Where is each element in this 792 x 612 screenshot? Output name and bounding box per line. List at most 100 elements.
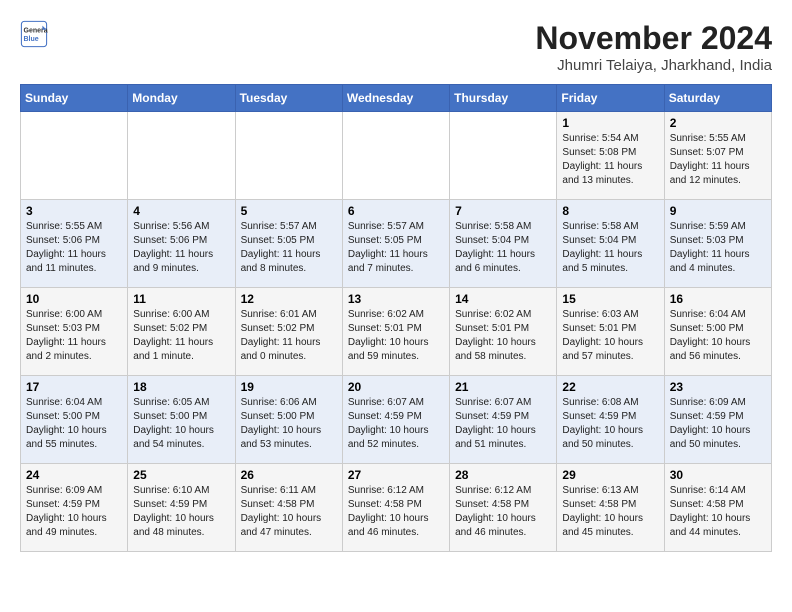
day-info: Sunrise: 6:08 AM Sunset: 4:59 PM Dayligh…	[562, 396, 658, 452]
week-row-2: 3Sunrise: 5:55 AM Sunset: 5:06 PM Daylig…	[21, 200, 772, 288]
calendar-cell: 19 Sunrise: 6:06 AM Sunset: 5:00 PM Dayli…	[235, 376, 342, 464]
location-subtitle: Jhumri Telaiya, Jharkhand, India	[535, 57, 772, 74]
day-number: 24	[26, 468, 122, 482]
header-friday: Friday	[557, 85, 664, 112]
day-info: Sunrise: 6:07 AM Sunset: 4:59 PM Dayligh…	[348, 396, 444, 452]
day-info: Sunrise: 6:01 AM Sunset: 5:02 PM Dayligh…	[241, 308, 337, 364]
calendar-cell: 4 Sunrise: 5:56 AM Sunset: 5:06 PM Daylig…	[128, 200, 235, 288]
day-info: Sunrise: 6:11 AM Sunset: 4:58 PM Dayligh…	[241, 484, 337, 540]
day-number: 20	[348, 380, 444, 394]
logo: General Blue	[20, 20, 48, 48]
day-number: 27	[348, 468, 444, 482]
day-info: Sunrise: 6:05 AM Sunset: 5:00 PM Dayligh…	[133, 396, 229, 452]
header-saturday: Saturday	[664, 85, 771, 112]
day-number: 10	[26, 292, 122, 306]
svg-text:Blue: Blue	[24, 36, 39, 43]
day-number: 4	[133, 204, 229, 218]
calendar-cell: 30 Sunrise: 6:14 AM Sunset: 4:58 PM Dayli…	[664, 464, 771, 552]
day-info: Sunrise: 5:58 AM Sunset: 5:04 PM Dayligh…	[562, 220, 658, 276]
day-info: Sunrise: 5:57 AM Sunset: 5:05 PM Dayligh…	[348, 220, 444, 276]
calendar-cell: 8 Sunrise: 5:58 AM Sunset: 5:04 PM Daylig…	[557, 200, 664, 288]
calendar-cell: 1 Sunrise: 5:54 AM Sunset: 5:08 PM Daylig…	[557, 112, 664, 200]
day-info: Sunrise: 6:02 AM Sunset: 5:01 PM Dayligh…	[455, 308, 551, 364]
calendar-cell: 9Sunrise: 5:59 AM Sunset: 5:03 PM Daylig…	[664, 200, 771, 288]
calendar-cell: 7 Sunrise: 5:58 AM Sunset: 5:04 PM Daylig…	[450, 200, 557, 288]
day-number: 8	[562, 204, 658, 218]
day-number: 1	[562, 116, 658, 130]
day-info: Sunrise: 6:02 AM Sunset: 5:01 PM Dayligh…	[348, 308, 444, 364]
calendar-cell: 18 Sunrise: 6:05 AM Sunset: 5:00 PM Dayli…	[128, 376, 235, 464]
calendar-table: SundayMondayTuesdayWednesdayThursdayFrid…	[20, 84, 772, 552]
page-header: General Blue November 2024 Jhumri Telaiy…	[20, 20, 772, 74]
day-info: Sunrise: 6:00 AM Sunset: 5:02 PM Dayligh…	[133, 308, 229, 364]
day-number: 15	[562, 292, 658, 306]
day-number: 21	[455, 380, 551, 394]
day-info: Sunrise: 6:04 AM Sunset: 5:00 PM Dayligh…	[670, 308, 766, 364]
day-info: Sunrise: 6:06 AM Sunset: 5:00 PM Dayligh…	[241, 396, 337, 452]
calendar-cell	[235, 112, 342, 200]
week-row-4: 17 Sunrise: 6:04 AM Sunset: 5:00 PM Dayli…	[21, 376, 772, 464]
week-row-3: 10 Sunrise: 6:00 AM Sunset: 5:03 PM Dayli…	[21, 288, 772, 376]
day-number: 5	[241, 204, 337, 218]
day-info: Sunrise: 6:12 AM Sunset: 4:58 PM Dayligh…	[455, 484, 551, 540]
calendar-cell: 3Sunrise: 5:55 AM Sunset: 5:06 PM Daylig…	[21, 200, 128, 288]
day-number: 28	[455, 468, 551, 482]
day-number: 19	[241, 380, 337, 394]
calendar-cell: 2Sunrise: 5:55 AM Sunset: 5:07 PM Daylig…	[664, 112, 771, 200]
calendar-cell: 12 Sunrise: 6:01 AM Sunset: 5:02 PM Dayli…	[235, 288, 342, 376]
header-wednesday: Wednesday	[342, 85, 449, 112]
day-number: 12	[241, 292, 337, 306]
day-number: 7	[455, 204, 551, 218]
calendar-cell	[450, 112, 557, 200]
day-number: 29	[562, 468, 658, 482]
calendar-cell	[342, 112, 449, 200]
calendar-cell: 23Sunrise: 6:09 AM Sunset: 4:59 PM Dayli…	[664, 376, 771, 464]
week-row-1: 1 Sunrise: 5:54 AM Sunset: 5:08 PM Daylig…	[21, 112, 772, 200]
day-number: 3	[26, 204, 122, 218]
calendar-cell: 16 Sunrise: 6:04 AM Sunset: 5:00 PM Dayli…	[664, 288, 771, 376]
day-number: 18	[133, 380, 229, 394]
calendar-cell: 21 Sunrise: 6:07 AM Sunset: 4:59 PM Dayli…	[450, 376, 557, 464]
day-number: 22	[562, 380, 658, 394]
calendar-header: SundayMondayTuesdayWednesdayThursdayFrid…	[21, 85, 772, 112]
calendar-cell	[21, 112, 128, 200]
calendar-cell: 13Sunrise: 6:02 AM Sunset: 5:01 PM Dayli…	[342, 288, 449, 376]
calendar-cell: 6 Sunrise: 5:57 AM Sunset: 5:05 PM Daylig…	[342, 200, 449, 288]
day-info: Sunrise: 6:07 AM Sunset: 4:59 PM Dayligh…	[455, 396, 551, 452]
calendar-body: 1 Sunrise: 5:54 AM Sunset: 5:08 PM Daylig…	[21, 112, 772, 552]
day-info: Sunrise: 6:10 AM Sunset: 4:59 PM Dayligh…	[133, 484, 229, 540]
day-info: Sunrise: 6:09 AM Sunset: 4:59 PM Dayligh…	[26, 484, 122, 540]
header-row: SundayMondayTuesdayWednesdayThursdayFrid…	[21, 85, 772, 112]
header-monday: Monday	[128, 85, 235, 112]
header-tuesday: Tuesday	[235, 85, 342, 112]
day-info: Sunrise: 6:14 AM Sunset: 4:58 PM Dayligh…	[670, 484, 766, 540]
day-number: 17	[26, 380, 122, 394]
calendar-cell: 11 Sunrise: 6:00 AM Sunset: 5:02 PM Dayli…	[128, 288, 235, 376]
calendar-cell: 26Sunrise: 6:11 AM Sunset: 4:58 PM Dayli…	[235, 464, 342, 552]
day-number: 2	[670, 116, 766, 130]
day-info: Sunrise: 6:12 AM Sunset: 4:58 PM Dayligh…	[348, 484, 444, 540]
calendar-cell	[128, 112, 235, 200]
day-number: 16	[670, 292, 766, 306]
day-info: Sunrise: 5:58 AM Sunset: 5:04 PM Dayligh…	[455, 220, 551, 276]
day-info: Sunrise: 5:56 AM Sunset: 5:06 PM Dayligh…	[133, 220, 229, 276]
logo-icon: General Blue	[20, 20, 48, 48]
day-number: 11	[133, 292, 229, 306]
header-thursday: Thursday	[450, 85, 557, 112]
title-area: November 2024 Jhumri Telaiya, Jharkhand,…	[535, 20, 772, 74]
day-number: 6	[348, 204, 444, 218]
day-info: Sunrise: 6:04 AM Sunset: 5:00 PM Dayligh…	[26, 396, 122, 452]
calendar-cell: 15 Sunrise: 6:03 AM Sunset: 5:01 PM Dayli…	[557, 288, 664, 376]
day-info: Sunrise: 6:00 AM Sunset: 5:03 PM Dayligh…	[26, 308, 122, 364]
header-sunday: Sunday	[21, 85, 128, 112]
calendar-cell: 20 Sunrise: 6:07 AM Sunset: 4:59 PM Dayli…	[342, 376, 449, 464]
day-number: 23	[670, 380, 766, 394]
day-number: 30	[670, 468, 766, 482]
day-number: 25	[133, 468, 229, 482]
day-info: Sunrise: 5:57 AM Sunset: 5:05 PM Dayligh…	[241, 220, 337, 276]
day-info: Sunrise: 5:54 AM Sunset: 5:08 PM Dayligh…	[562, 132, 658, 188]
calendar-cell: 22 Sunrise: 6:08 AM Sunset: 4:59 PM Dayli…	[557, 376, 664, 464]
calendar-cell: 14Sunrise: 6:02 AM Sunset: 5:01 PM Dayli…	[450, 288, 557, 376]
calendar-cell: 10 Sunrise: 6:00 AM Sunset: 5:03 PM Dayli…	[21, 288, 128, 376]
day-info: Sunrise: 6:03 AM Sunset: 5:01 PM Dayligh…	[562, 308, 658, 364]
